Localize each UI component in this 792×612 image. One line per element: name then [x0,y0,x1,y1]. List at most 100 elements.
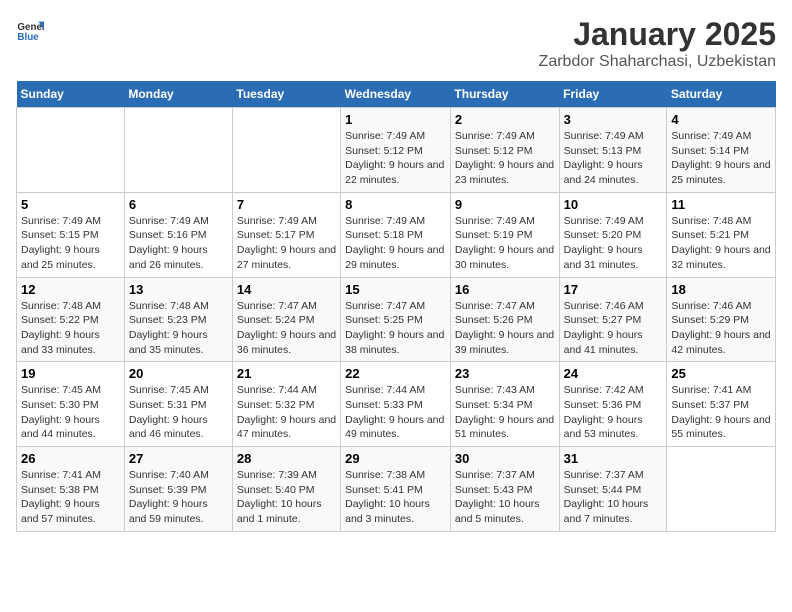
calendar-week-5: 26 Sunrise: 7:41 AM Sunset: 5:38 PM Dayli… [17,447,776,532]
calendar-table: SundayMondayTuesdayWednesdayThursdayFrid… [16,81,776,532]
day-number: 19 [21,366,120,381]
day-info: Sunrise: 7:49 AM Sunset: 5:13 PM Dayligh… [564,129,663,188]
calendar-cell: 11Sunrise: 7:48 AM Sunset: 5:21 PM Dayli… [667,192,776,277]
calendar-header-row: SundayMondayTuesdayWednesdayThursdayFrid… [17,81,776,108]
day-header-tuesday: Tuesday [232,81,340,108]
day-info: Sunrise: 7:49 AM Sunset: 5:18 PM Dayligh… [345,214,446,273]
day-info: Sunrise: 7:48 AM Sunset: 5:21 PM Dayligh… [671,214,771,273]
calendar-cell: 19 Sunrise: 7:45 AM Sunset: 5:30 PM Dayli… [17,362,125,447]
calendar-cell: 2Sunrise: 7:49 AM Sunset: 5:12 PM Daylig… [450,108,559,193]
day-info: Sunrise: 7:47 AM Sunset: 5:25 PM Dayligh… [345,299,446,358]
calendar-cell [17,108,125,193]
day-info: Sunrise: 7:37 AM Sunset: 5:43 PM Dayligh… [455,468,555,527]
day-number: 9 [455,197,555,212]
calendar-cell: 31 Sunrise: 7:37 AM Sunset: 5:44 PM Dayli… [559,447,667,532]
calendar-cell [232,108,340,193]
calendar-body: 1 Sunrise: 7:49 AM Sunset: 5:12 PM Daylig… [17,108,776,532]
main-title: January 2025 [539,16,776,53]
calendar-week-2: 5 Sunrise: 7:49 AM Sunset: 5:15 PM Daylig… [17,192,776,277]
calendar-week-3: 12Sunrise: 7:48 AM Sunset: 5:22 PM Dayli… [17,277,776,362]
day-number: 16 [455,282,555,297]
day-number: 3 [564,112,663,127]
day-number: 30 [455,451,555,466]
day-info: Sunrise: 7:45 AM Sunset: 5:30 PM Dayligh… [21,383,120,442]
day-info: Sunrise: 7:43 AM Sunset: 5:34 PM Dayligh… [455,383,555,442]
calendar-cell: 13Sunrise: 7:48 AM Sunset: 5:23 PM Dayli… [124,277,232,362]
day-number: 18 [671,282,771,297]
day-number: 5 [21,197,120,212]
day-number: 21 [237,366,336,381]
day-header-monday: Monday [124,81,232,108]
day-info: Sunrise: 7:45 AM Sunset: 5:31 PM Dayligh… [129,383,228,442]
day-number: 8 [345,197,446,212]
day-number: 27 [129,451,228,466]
calendar-cell: 20 Sunrise: 7:45 AM Sunset: 5:31 PM Dayli… [124,362,232,447]
calendar-cell: 24Sunrise: 7:42 AM Sunset: 5:36 PM Dayli… [559,362,667,447]
calendar-cell: 4Sunrise: 7:49 AM Sunset: 5:14 PM Daylig… [667,108,776,193]
calendar-cell: 26 Sunrise: 7:41 AM Sunset: 5:38 PM Dayli… [17,447,125,532]
day-info: Sunrise: 7:46 AM Sunset: 5:29 PM Dayligh… [671,299,771,358]
day-header-thursday: Thursday [450,81,559,108]
calendar-cell: 17 Sunrise: 7:46 AM Sunset: 5:27 PM Dayli… [559,277,667,362]
day-info: Sunrise: 7:49 AM Sunset: 5:17 PM Dayligh… [237,214,336,273]
day-header-sunday: Sunday [17,81,125,108]
calendar-cell: 21 Sunrise: 7:44 AM Sunset: 5:32 PM Dayli… [232,362,340,447]
calendar-cell: 14Sunrise: 7:47 AM Sunset: 5:24 PM Dayli… [232,277,340,362]
day-info: Sunrise: 7:44 AM Sunset: 5:33 PM Dayligh… [345,383,446,442]
calendar-cell [124,108,232,193]
day-number: 10 [564,197,663,212]
day-number: 13 [129,282,228,297]
calendar-cell: 8 Sunrise: 7:49 AM Sunset: 5:18 PM Daylig… [341,192,451,277]
day-number: 17 [564,282,663,297]
calendar-cell [667,447,776,532]
svg-text:Blue: Blue [17,32,39,43]
calendar-cell: 6Sunrise: 7:49 AM Sunset: 5:16 PM Daylig… [124,192,232,277]
day-info: Sunrise: 7:37 AM Sunset: 5:44 PM Dayligh… [564,468,663,527]
title-area: January 2025 Zarbdor Shaharchasi, Uzbeki… [539,16,776,71]
day-info: Sunrise: 7:40 AM Sunset: 5:39 PM Dayligh… [129,468,228,527]
calendar-cell: 30 Sunrise: 7:37 AM Sunset: 5:43 PM Dayli… [450,447,559,532]
header: General Blue January 2025 Zarbdor Shahar… [16,16,776,71]
logo-icon: General Blue [16,16,44,44]
day-info: Sunrise: 7:49 AM Sunset: 5:12 PM Dayligh… [345,129,446,188]
day-info: Sunrise: 7:49 AM Sunset: 5:20 PM Dayligh… [564,214,663,273]
day-info: Sunrise: 7:49 AM Sunset: 5:14 PM Dayligh… [671,129,771,188]
day-number: 23 [455,366,555,381]
calendar-cell: 22 Sunrise: 7:44 AM Sunset: 5:33 PM Dayli… [341,362,451,447]
calendar-cell: 23 Sunrise: 7:43 AM Sunset: 5:34 PM Dayli… [450,362,559,447]
day-number: 28 [237,451,336,466]
day-info: Sunrise: 7:47 AM Sunset: 5:26 PM Dayligh… [455,299,555,358]
calendar-cell: 16 Sunrise: 7:47 AM Sunset: 5:26 PM Dayli… [450,277,559,362]
calendar-week-1: 1 Sunrise: 7:49 AM Sunset: 5:12 PM Daylig… [17,108,776,193]
day-number: 1 [345,112,446,127]
day-info: Sunrise: 7:46 AM Sunset: 5:27 PM Dayligh… [564,299,663,358]
day-number: 20 [129,366,228,381]
day-number: 2 [455,112,555,127]
day-number: 22 [345,366,446,381]
calendar-cell: 10 Sunrise: 7:49 AM Sunset: 5:20 PM Dayli… [559,192,667,277]
day-number: 26 [21,451,120,466]
calendar-week-4: 19 Sunrise: 7:45 AM Sunset: 5:30 PM Dayli… [17,362,776,447]
day-number: 31 [564,451,663,466]
calendar-cell: 7 Sunrise: 7:49 AM Sunset: 5:17 PM Daylig… [232,192,340,277]
day-info: Sunrise: 7:49 AM Sunset: 5:16 PM Dayligh… [129,214,228,273]
day-info: Sunrise: 7:42 AM Sunset: 5:36 PM Dayligh… [564,383,663,442]
day-info: Sunrise: 7:39 AM Sunset: 5:40 PM Dayligh… [237,468,336,527]
logo: General Blue [16,16,44,44]
calendar-cell: 27 Sunrise: 7:40 AM Sunset: 5:39 PM Dayli… [124,447,232,532]
day-header-wednesday: Wednesday [341,81,451,108]
day-number: 7 [237,197,336,212]
day-info: Sunrise: 7:47 AM Sunset: 5:24 PM Dayligh… [237,299,336,358]
calendar-cell: 5 Sunrise: 7:49 AM Sunset: 5:15 PM Daylig… [17,192,125,277]
day-info: Sunrise: 7:44 AM Sunset: 5:32 PM Dayligh… [237,383,336,442]
day-header-saturday: Saturday [667,81,776,108]
day-info: Sunrise: 7:49 AM Sunset: 5:15 PM Dayligh… [21,214,120,273]
calendar-cell: 18 Sunrise: 7:46 AM Sunset: 5:29 PM Dayli… [667,277,776,362]
calendar-cell: 12Sunrise: 7:48 AM Sunset: 5:22 PM Dayli… [17,277,125,362]
day-info: Sunrise: 7:48 AM Sunset: 5:22 PM Dayligh… [21,299,120,358]
calendar-cell: 29Sunrise: 7:38 AM Sunset: 5:41 PM Dayli… [341,447,451,532]
day-info: Sunrise: 7:41 AM Sunset: 5:38 PM Dayligh… [21,468,120,527]
day-info: Sunrise: 7:41 AM Sunset: 5:37 PM Dayligh… [671,383,771,442]
day-number: 25 [671,366,771,381]
day-number: 29 [345,451,446,466]
